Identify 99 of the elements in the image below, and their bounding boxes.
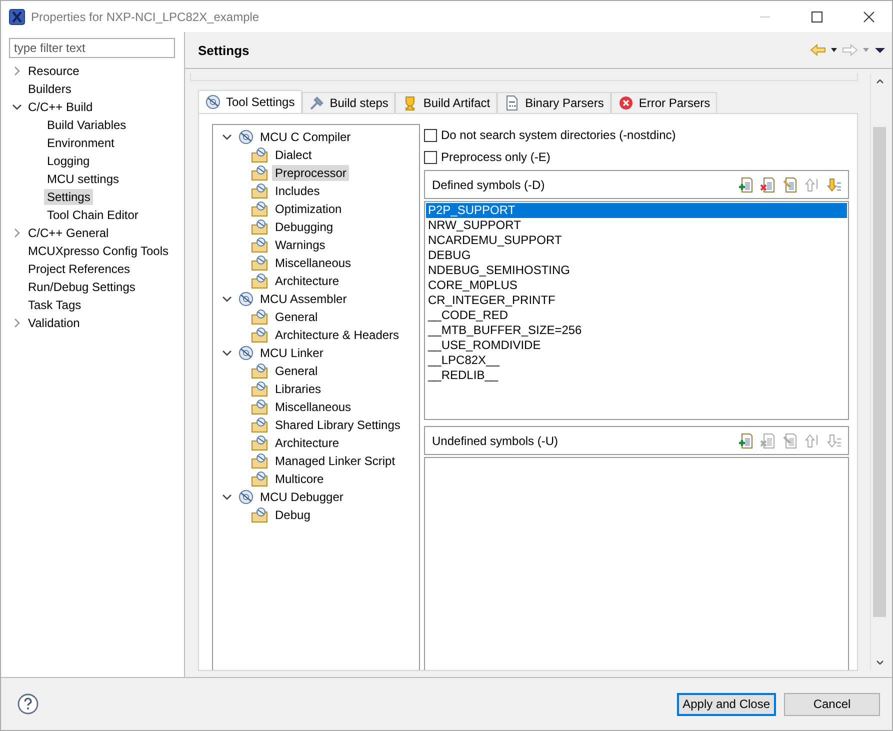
tree-item[interactable]: Libraries	[272, 381, 324, 397]
hammer-icon	[308, 95, 325, 111]
nav-item[interactable]: Task Tags	[25, 297, 84, 313]
nav-item[interactable]: Validation	[25, 315, 83, 331]
folder-gear-icon	[251, 327, 269, 343]
tree-item[interactable]: Architecture	[272, 435, 342, 451]
tab[interactable]: Build steps	[302, 92, 396, 113]
folder-gear-icon	[251, 147, 269, 163]
tree-item[interactable]: MCU Assembler	[257, 291, 350, 307]
folder-gear-icon	[251, 417, 269, 433]
folder-gear-icon	[251, 309, 269, 325]
gear-icon	[238, 129, 254, 145]
app-logo-icon	[9, 8, 25, 24]
add-icon[interactable]	[738, 176, 754, 192]
tree-item[interactable]: General	[272, 309, 321, 325]
folder-gear-icon	[251, 507, 269, 523]
tree-item[interactable]: Multicore	[272, 471, 327, 487]
tree-item[interactable]: Preprocessor	[272, 165, 350, 181]
page-title: Settings	[198, 42, 250, 58]
tree-item[interactable]: Includes	[272, 183, 323, 199]
error-icon	[618, 95, 634, 111]
nav-item[interactable]: C/C++ General	[25, 225, 112, 241]
list-item[interactable]: DEBUG	[426, 248, 847, 263]
tree-item[interactable]: MCU C Compiler	[257, 129, 354, 145]
tree-item[interactable]: Shared Library Settings	[272, 417, 404, 433]
tree-item[interactable]: MCU Debugger	[257, 489, 346, 505]
nav-item[interactable]: Resource	[25, 63, 82, 79]
gear-icon	[238, 489, 254, 505]
tree-item[interactable]: Miscellaneous	[272, 399, 354, 415]
list-item[interactable]: P2P_SUPPORT	[426, 203, 847, 218]
help-icon[interactable]	[17, 693, 39, 715]
tree-item[interactable]: Dialect	[272, 147, 315, 163]
nav-item[interactable]: Build Variables	[44, 117, 130, 133]
add-icon[interactable]	[738, 432, 754, 448]
tree-item[interactable]: Debugging	[272, 219, 336, 235]
nav-item[interactable]: Environment	[44, 135, 118, 151]
gear-icon	[205, 94, 221, 110]
gear-icon	[238, 345, 254, 361]
scroll-thumb[interactable]	[873, 127, 886, 617]
nav-item[interactable]: Tool Chain Editor	[44, 207, 142, 223]
folder-gear-icon	[251, 435, 269, 451]
tree-item[interactable]: MCU Linker	[257, 345, 326, 361]
tree-item[interactable]: Optimization	[272, 201, 345, 217]
folder-gear-icon	[251, 273, 269, 289]
tree-item[interactable]: Debug	[272, 507, 314, 523]
list-item[interactable]: __LPC82X__	[426, 353, 847, 368]
nav-item[interactable]: Run/Debug Settings	[25, 279, 138, 295]
checkbox[interactable]	[424, 150, 437, 164]
nav-item[interactable]: MCUXpresso Config Tools	[25, 243, 172, 259]
tab[interactable]: Build Artifact	[395, 92, 498, 113]
tree-item[interactable]: Architecture	[272, 273, 342, 289]
nav-item[interactable]: Settings	[44, 189, 94, 205]
checkbox-label: Preprocess only (-E)	[441, 150, 550, 164]
list-item[interactable]: __CODE_RED	[426, 308, 847, 323]
tab[interactable]: Tool Settings	[198, 90, 302, 113]
checkbox-label: Do not search system directories (-nostdinc)	[441, 128, 676, 142]
edit-icon[interactable]	[782, 176, 798, 192]
folder-gear-icon	[251, 165, 269, 181]
folder-gear-icon	[251, 237, 269, 253]
window-title: Properties for NXP-NCI_LPC82X_example	[31, 10, 260, 24]
list-item[interactable]: NCARDEMU_SUPPORT	[426, 233, 847, 248]
filter-field[interactable]: type filter text	[9, 38, 175, 58]
list-item[interactable]: CR_INTEGER_PRINTF	[426, 293, 847, 308]
list-item[interactable]: CORE_M0PLUS	[426, 278, 847, 293]
tree-item[interactable]: Architecture & Headers	[272, 327, 402, 343]
tree-item[interactable]: Managed Linker Script	[272, 453, 398, 469]
folder-gear-icon	[251, 255, 269, 271]
tree-item[interactable]: General	[272, 363, 321, 379]
folder-gear-icon	[251, 363, 269, 379]
folder-gear-icon	[251, 183, 269, 199]
list-title: Undefined symbols (-U)	[432, 434, 558, 448]
move-down-icon[interactable]	[826, 176, 842, 192]
folder-gear-icon	[251, 219, 269, 235]
checkbox[interactable]	[424, 128, 437, 142]
dialog-button[interactable]: Cancel	[784, 692, 880, 716]
dialog-button[interactable]: Apply and Close	[676, 692, 776, 716]
tab[interactable]: Error Parsers	[610, 92, 718, 113]
binary-file-icon	[504, 95, 520, 111]
nav-item[interactable]: Builders	[25, 81, 74, 97]
gear-icon	[238, 291, 254, 307]
nav-item[interactable]: Project References	[25, 261, 134, 277]
list-item[interactable]: __MTB_BUFFER_SIZE=256	[426, 323, 847, 338]
list-item[interactable]: NDEBUG_SEMIHOSTING	[426, 263, 847, 278]
nav-item[interactable]: Logging	[44, 153, 93, 169]
list-title: Defined symbols (-D)	[432, 178, 545, 192]
tree-item[interactable]: Warnings	[272, 237, 328, 253]
folder-gear-icon	[251, 201, 269, 217]
list-item[interactable]: __REDLIB__	[426, 368, 847, 383]
list-item[interactable]: __USE_ROMDIVIDE	[426, 338, 847, 353]
tab[interactable]: Binary Parsers	[497, 92, 611, 113]
tree-item[interactable]: Miscellaneous	[272, 255, 354, 271]
list-item[interactable]: NRW_SUPPORT	[426, 218, 847, 233]
folder-gear-icon	[251, 399, 269, 415]
delete-icon[interactable]	[760, 176, 776, 192]
nav-item[interactable]: MCU settings	[44, 171, 122, 187]
nav-item[interactable]: C/C++ Build	[25, 99, 96, 115]
folder-gear-icon	[251, 381, 269, 397]
folder-gear-icon	[251, 453, 269, 469]
folder-gear-icon	[251, 471, 269, 487]
